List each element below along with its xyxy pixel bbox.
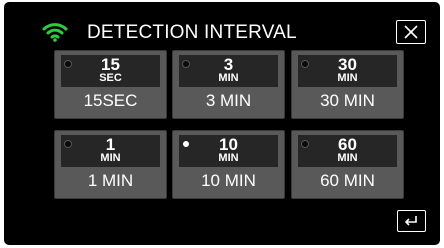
- option-label: 10 MIN: [201, 171, 256, 190]
- interval-icon: 30 MIN: [298, 55, 397, 87]
- icon-unit: MIN: [337, 72, 358, 84]
- interval-icon: 3 MIN: [179, 55, 278, 87]
- icon-unit: MIN: [218, 72, 239, 84]
- interval-icon: 10 MIN: [179, 135, 278, 167]
- icon-unit: SEC: [99, 72, 122, 84]
- option-10min-button[interactable]: 10 MIN 10 MIN: [172, 130, 285, 199]
- icon-unit: MIN: [337, 152, 358, 164]
- icon-value: 15: [101, 55, 120, 74]
- option-label: 3 MIN: [205, 91, 252, 110]
- detection-interval-screen: DETECTION INTERVAL 15 SEC 15SEC 3 MIN 3 …: [4, 2, 440, 245]
- option-60min-button[interactable]: 60 MIN 60 MIN: [291, 130, 404, 199]
- option-30min-button[interactable]: 30 MIN 30 MIN: [291, 50, 404, 119]
- wifi-icon: [42, 22, 68, 42]
- option-15sec-button[interactable]: 15 SEC 15SEC: [54, 50, 167, 119]
- close-icon: [404, 25, 418, 39]
- icon-value: 30: [338, 55, 357, 74]
- back-arrow-icon: [404, 216, 417, 226]
- icon-unit: MIN: [218, 152, 239, 164]
- icon-value: 10: [219, 135, 238, 154]
- icon-value: 3: [223, 55, 234, 74]
- option-label: 15SEC: [83, 91, 138, 110]
- icon-value: 60: [338, 135, 357, 154]
- interval-icon: 1 MIN: [61, 135, 160, 167]
- interval-icon: 15 SEC: [61, 55, 160, 87]
- icon-unit: MIN: [100, 152, 121, 164]
- back-button[interactable]: [397, 210, 426, 232]
- icon-value: 1: [105, 135, 116, 154]
- close-button[interactable]: [396, 20, 426, 44]
- option-label: 60 MIN: [320, 171, 375, 190]
- option-1min-button[interactable]: 1 MIN 1 MIN: [54, 130, 167, 199]
- page-title: DETECTION INTERVAL: [87, 22, 297, 43]
- option-label: 1 MIN: [87, 171, 134, 190]
- option-3min-button[interactable]: 3 MIN 3 MIN: [172, 50, 285, 119]
- interval-icon: 60 MIN: [298, 135, 397, 167]
- option-label: 30 MIN: [320, 91, 375, 110]
